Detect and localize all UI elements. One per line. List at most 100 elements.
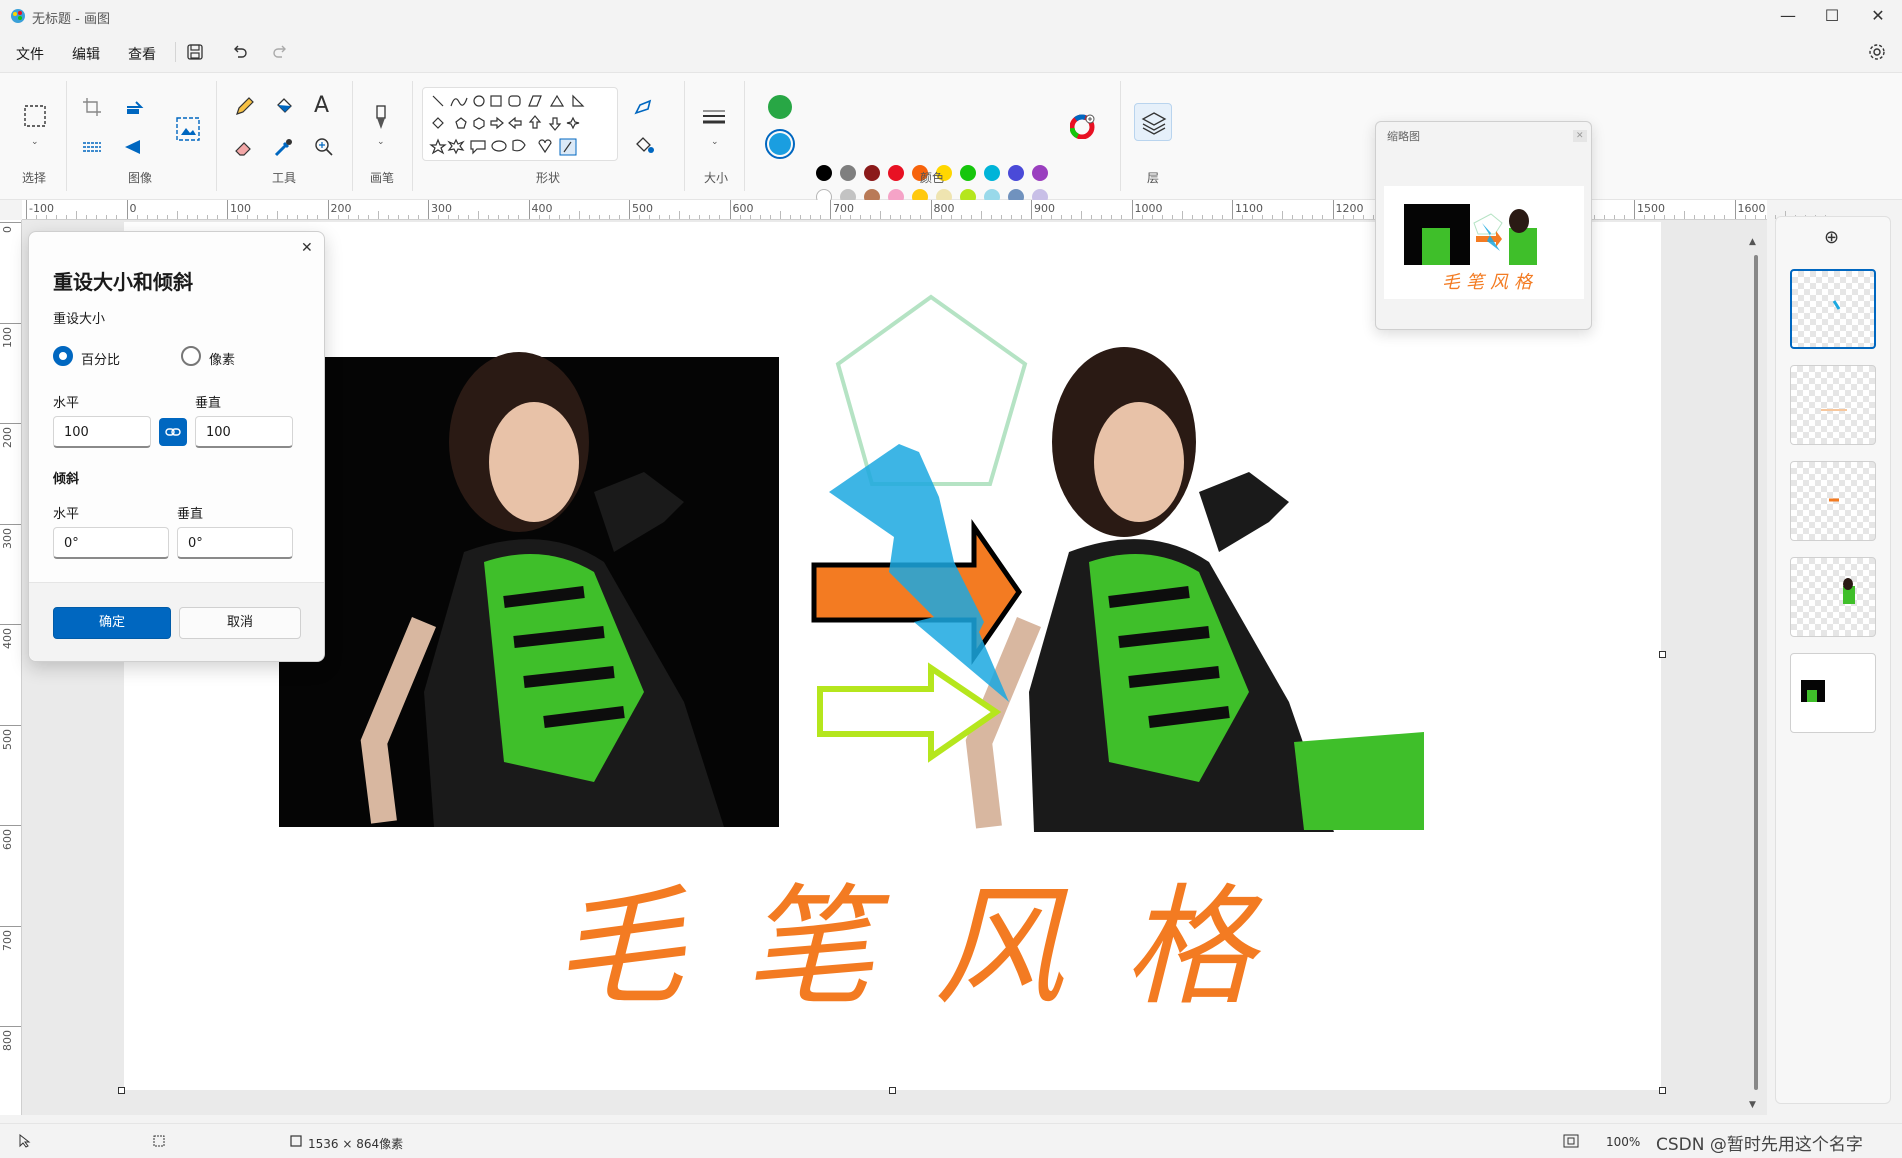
thumbnail-preview[interactable]: 毛笔风格 xyxy=(1384,186,1584,299)
shape-fill-icon[interactable] xyxy=(632,133,656,157)
resize-skew-icon[interactable] xyxy=(80,135,104,159)
rectangle-select-icon[interactable] xyxy=(22,103,48,129)
title-bar: 无标题 - 画图 — ☐ ✕ xyxy=(0,0,1902,32)
cursor-position-icon xyxy=(19,1134,31,1148)
ruler-minor-tick xyxy=(1121,215,1123,219)
primary-color-swatch[interactable] xyxy=(768,95,792,119)
ruler-minor-tick xyxy=(1262,215,1264,219)
vertical-scrollbar[interactable] xyxy=(1753,255,1759,1090)
ruler-minor-tick xyxy=(1282,211,1284,219)
scroll-down-arrow-icon[interactable]: ▼ xyxy=(1749,1100,1756,1110)
size-dropdown-chevron-icon[interactable]: ⌄ xyxy=(711,137,719,147)
window-title: 无标题 - 画图 xyxy=(32,12,110,27)
ruler-minor-tick xyxy=(277,211,279,219)
ruler-minor-tick xyxy=(106,215,108,219)
palette-color-swatch[interactable] xyxy=(960,165,976,181)
cancel-button[interactable]: 取消 xyxy=(179,607,301,639)
canvas-resize-handle-bottom[interactable] xyxy=(889,1087,896,1094)
ruler-minor-tick xyxy=(809,215,811,219)
close-window-button[interactable]: ✕ xyxy=(1858,4,1898,28)
brush-icon[interactable] xyxy=(368,103,394,133)
canvas-resize-handle-br[interactable] xyxy=(1659,1087,1666,1094)
layer-item-background[interactable] xyxy=(1790,653,1876,733)
edit-colors-icon[interactable] xyxy=(1070,113,1096,139)
thumbnail-panel: 缩略图 ✕ 毛笔风格 xyxy=(1375,121,1592,330)
ruler-minor-tick xyxy=(337,215,339,219)
canvas-resize-handle-bl[interactable] xyxy=(118,1087,125,1094)
dialog-close-button[interactable]: ✕ xyxy=(301,240,313,256)
palette-color-swatch[interactable] xyxy=(984,165,1000,181)
pencil-icon[interactable] xyxy=(232,95,256,119)
canvas-resize-handle-right[interactable] xyxy=(1659,651,1666,658)
ruler-minor-tick xyxy=(558,215,560,219)
palette-color-swatch[interactable] xyxy=(816,165,832,181)
fit-to-window-icon[interactable] xyxy=(1563,1134,1579,1148)
ruler-minor-tick xyxy=(1302,215,1304,219)
settings-gear-icon[interactable] xyxy=(1867,42,1887,62)
radio-pixels[interactable] xyxy=(181,346,201,366)
ruler-minor-tick xyxy=(96,215,98,219)
resize-horizontal-input[interactable]: 100 xyxy=(53,416,151,448)
ruler-minor-tick xyxy=(1593,215,1595,219)
layer-item[interactable] xyxy=(1790,557,1876,637)
ruler-minor-tick xyxy=(699,215,701,219)
minimize-button[interactable]: — xyxy=(1768,4,1808,28)
stroke-size-icon[interactable] xyxy=(700,107,728,129)
skew-vertical-input[interactable]: 0° xyxy=(177,527,293,559)
menu-view[interactable]: 查看 xyxy=(128,44,156,64)
scrollbar-thumb[interactable] xyxy=(1754,255,1758,1090)
photo-original xyxy=(279,352,779,827)
ruler-minor-tick xyxy=(1623,215,1625,219)
scroll-up-arrow-icon[interactable]: ▲ xyxy=(1749,237,1756,247)
rotate-icon[interactable] xyxy=(122,95,146,119)
palette-color-swatch[interactable] xyxy=(840,165,856,181)
secondary-color-swatch[interactable] xyxy=(765,129,795,159)
ruler-minor-tick xyxy=(176,211,178,219)
ruler-minor-tick xyxy=(1372,215,1374,219)
ruler-tick-label: 1000 xyxy=(1134,202,1163,215)
shape-outline-icon[interactable] xyxy=(632,95,656,119)
text-tool-icon[interactable]: A xyxy=(314,93,329,118)
add-layer-button[interactable]: ⊕ xyxy=(1824,227,1839,248)
layer-item[interactable] xyxy=(1790,269,1876,349)
palette-color-swatch[interactable] xyxy=(864,165,880,181)
ok-button[interactable]: 确定 xyxy=(53,607,171,639)
color-picker-icon[interactable] xyxy=(272,135,296,159)
brush-dropdown-chevron-icon[interactable]: ⌄ xyxy=(377,137,385,147)
undo-icon[interactable] xyxy=(230,42,250,62)
menu-edit[interactable]: 编辑 xyxy=(72,44,100,64)
palette-color-swatch[interactable] xyxy=(888,165,904,181)
select-dropdown-chevron-icon[interactable]: ⌄ xyxy=(31,137,39,147)
redo-icon[interactable] xyxy=(270,42,290,62)
magnifier-icon[interactable] xyxy=(312,135,336,159)
layer-item[interactable] xyxy=(1790,461,1876,541)
shapes-gallery-icons[interactable] xyxy=(423,88,619,162)
ruler-minor-tick xyxy=(1191,215,1193,219)
vertical-ruler: 0 100 200 300 400 500 600 700 800 xyxy=(0,220,22,1115)
ruler-tick-label: 200 xyxy=(330,202,352,215)
layers-button[interactable] xyxy=(1134,103,1172,141)
ruler-minor-tick xyxy=(1071,215,1073,219)
eraser-icon[interactable] xyxy=(232,135,256,159)
aspect-ratio-lock-button[interactable] xyxy=(159,418,187,446)
layer-item[interactable] xyxy=(1790,365,1876,445)
save-icon[interactable] xyxy=(185,42,205,62)
crop-icon[interactable] xyxy=(80,95,104,119)
ruler-minor-tick xyxy=(990,215,992,219)
palette-color-swatch[interactable] xyxy=(1032,165,1048,181)
palette-color-swatch[interactable] xyxy=(1008,165,1024,181)
flip-icon[interactable] xyxy=(122,135,146,159)
ruler-minor-tick xyxy=(186,215,188,219)
resize-vertical-input[interactable]: 100 xyxy=(195,416,293,448)
menu-file[interactable]: 文件 xyxy=(16,44,44,64)
remove-background-icon[interactable] xyxy=(174,115,202,143)
zoom-level[interactable]: 100% xyxy=(1606,1135,1640,1149)
radio-percent[interactable] xyxy=(53,346,73,366)
maximize-button[interactable]: ☐ xyxy=(1812,4,1852,28)
drawing-canvas[interactable]: 毛笔风格 xyxy=(124,222,1661,1090)
menu-bar: 文件 编辑 查看 xyxy=(0,32,1902,72)
thumbnail-close-button[interactable]: ✕ xyxy=(1573,130,1587,142)
ruler-tick-label: 300 xyxy=(1,527,14,549)
fill-bucket-icon[interactable] xyxy=(272,95,296,119)
skew-horizontal-input[interactable]: 0° xyxy=(53,527,169,559)
